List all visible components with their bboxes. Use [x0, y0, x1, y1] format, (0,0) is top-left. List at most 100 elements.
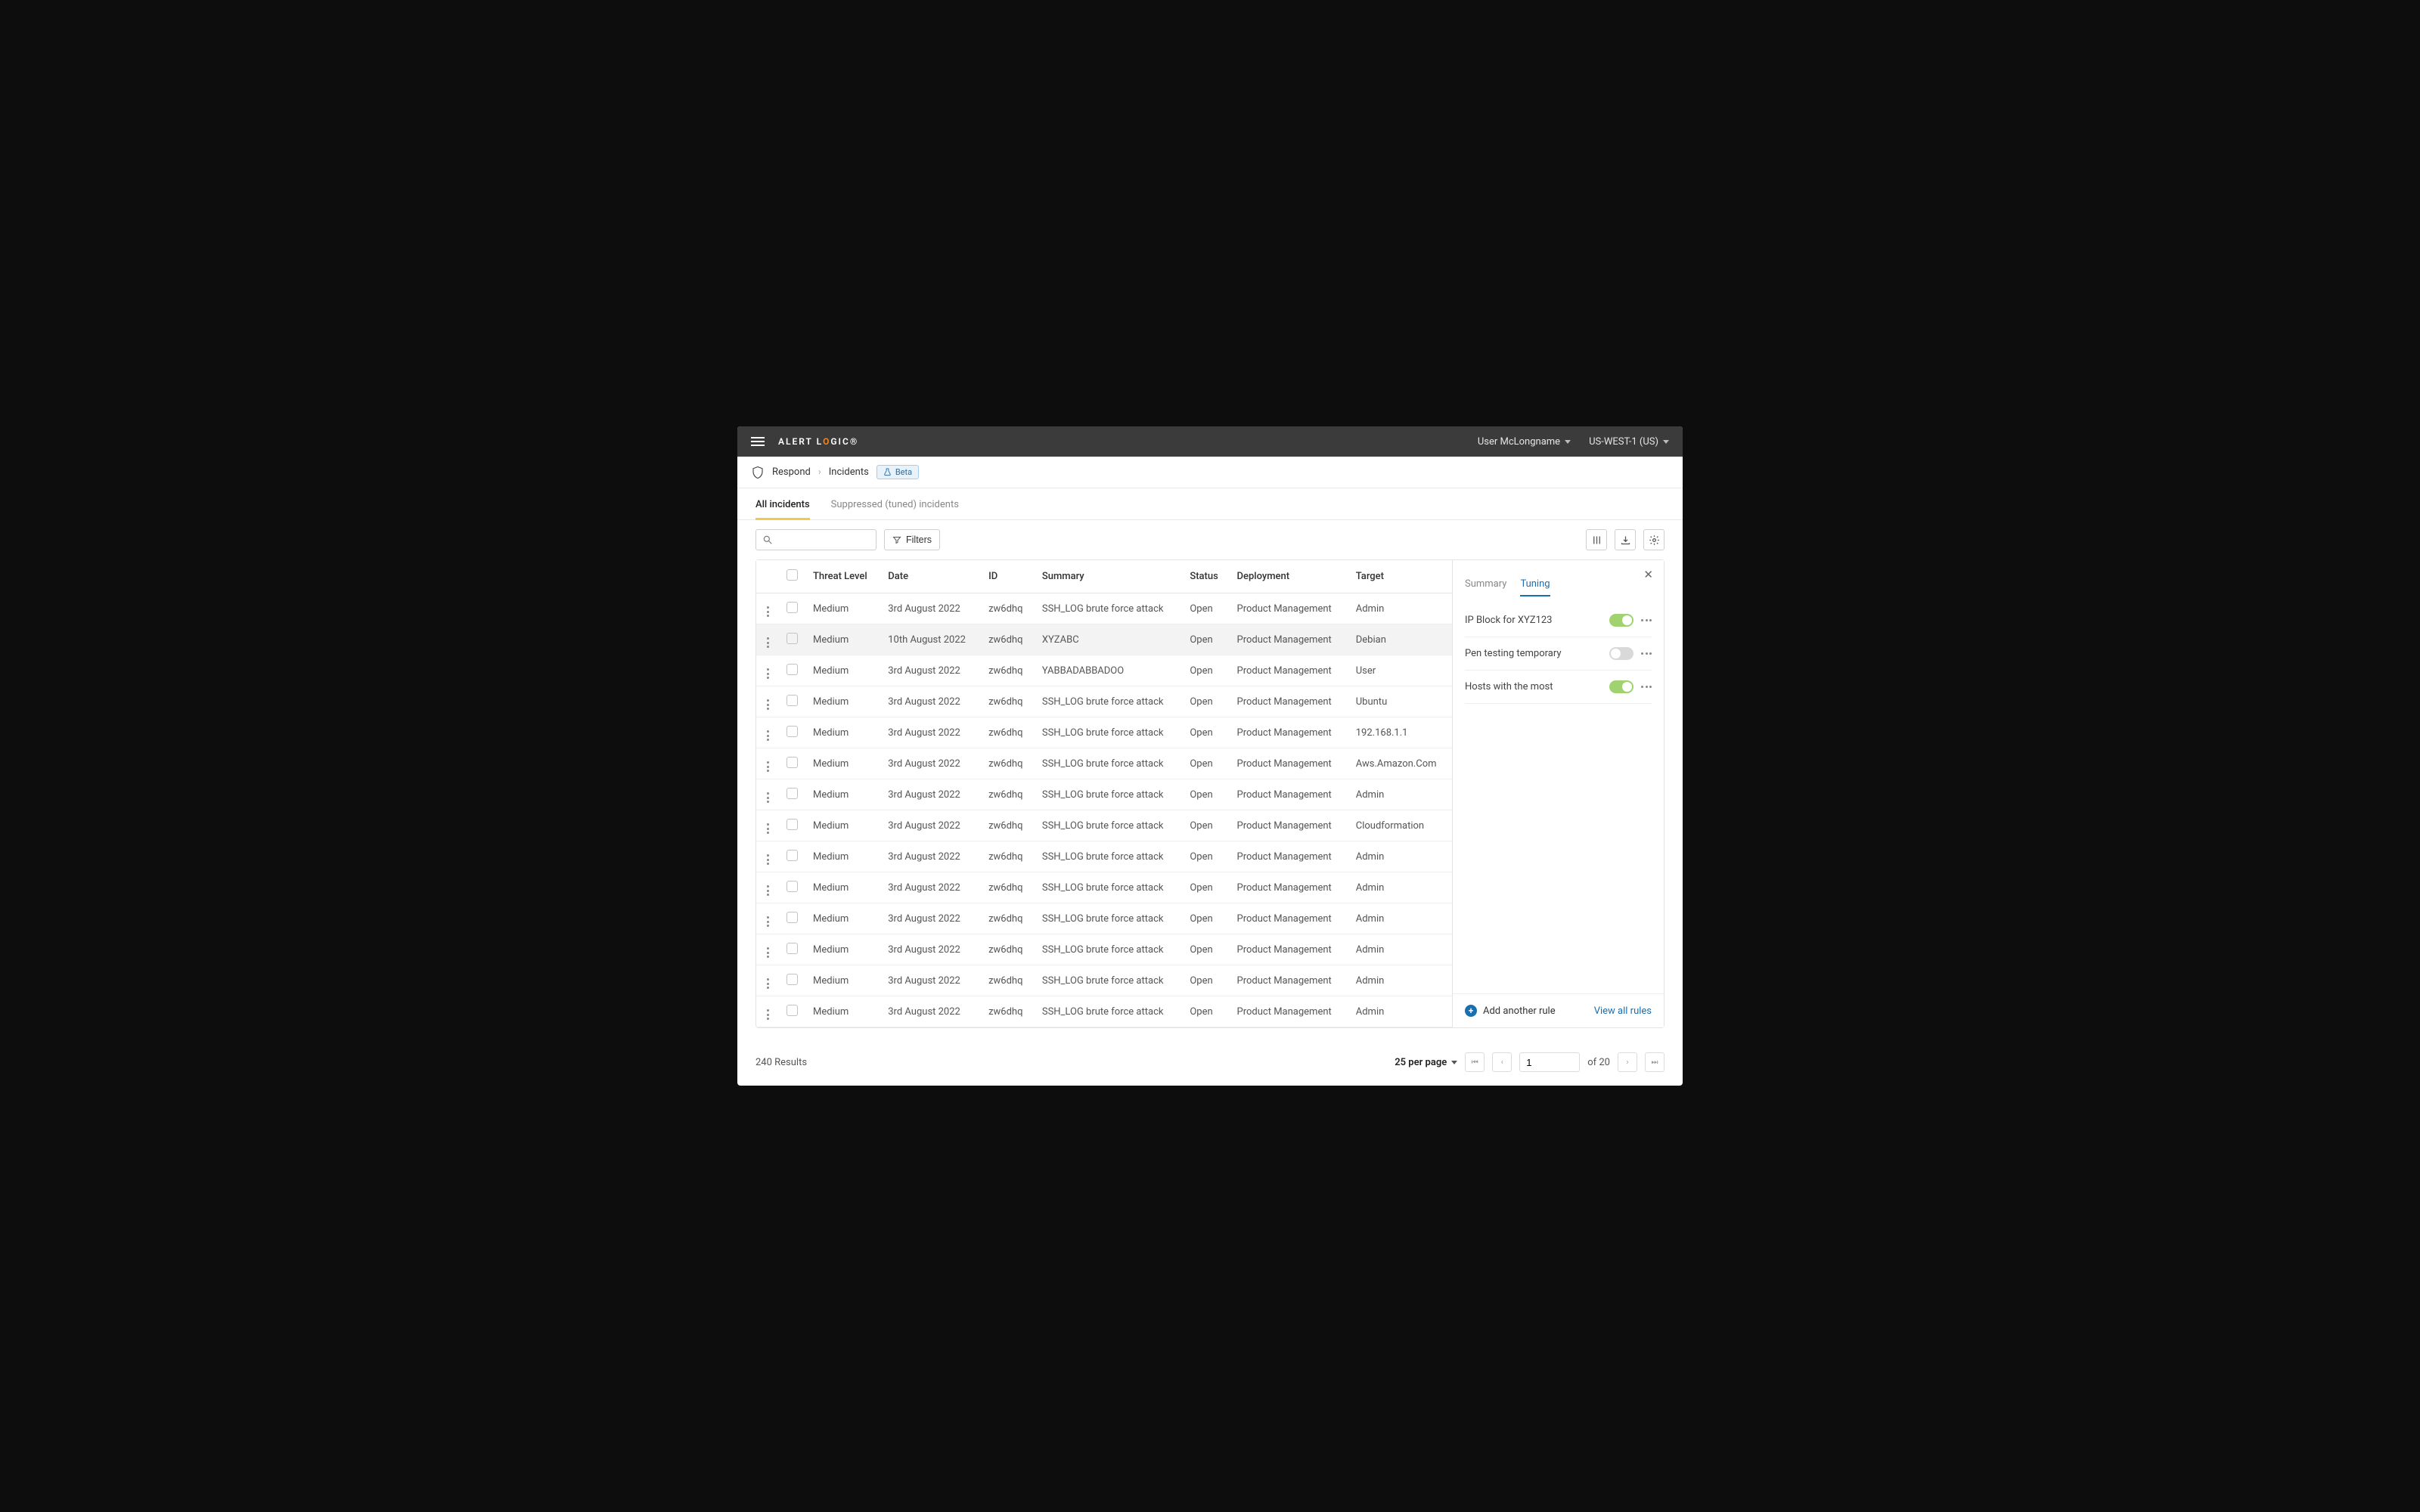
row-actions-icon[interactable]	[767, 916, 769, 927]
cell-threat: Medium	[805, 996, 880, 1027]
cell-target: Admin	[1348, 934, 1452, 965]
table-row[interactable]: Medium 3rd August 2022 zw6dhq SSH_LOG br…	[756, 965, 1452, 996]
cell-summary: YABBADABBADOO	[1035, 655, 1182, 686]
prev-page-button[interactable]: ‹	[1492, 1052, 1512, 1072]
next-page-button[interactable]: ›	[1618, 1052, 1637, 1072]
row-checkbox[interactable]	[786, 1005, 798, 1016]
last-page-button[interactable]: ⏭	[1645, 1052, 1665, 1072]
row-checkbox[interactable]	[786, 974, 798, 985]
rule-menu-icon[interactable]	[1641, 686, 1652, 688]
table-row[interactable]: Medium 3rd August 2022 zw6dhq SSH_LOG br…	[756, 996, 1452, 1027]
row-checkbox[interactable]	[786, 819, 798, 830]
table-row[interactable]: Medium 3rd August 2022 zw6dhq SSH_LOG br…	[756, 748, 1452, 779]
table-row[interactable]: Medium 3rd August 2022 zw6dhq SSH_LOG br…	[756, 841, 1452, 872]
cell-summary: SSH_LOG brute force attack	[1035, 779, 1182, 810]
cell-deployment: Product Management	[1230, 748, 1348, 779]
cell-status: Open	[1182, 934, 1229, 965]
settings-button[interactable]	[1643, 529, 1665, 550]
columns-button[interactable]	[1586, 529, 1607, 550]
search-input[interactable]	[755, 529, 876, 550]
view-all-rules-link[interactable]: View all rules	[1594, 1005, 1652, 1017]
add-rule-button[interactable]: + Add another rule	[1465, 1005, 1556, 1017]
col-id[interactable]: ID	[981, 560, 1035, 593]
rule-name: IP Block for XYZ123	[1465, 615, 1552, 626]
row-actions-icon[interactable]	[767, 761, 769, 772]
row-checkbox[interactable]	[786, 788, 798, 799]
col-date[interactable]: Date	[880, 560, 981, 593]
table-row[interactable]: Medium 10th August 2022 zw6dhq XYZABC Op…	[756, 624, 1452, 655]
row-actions-icon[interactable]	[767, 668, 769, 679]
user-dropdown[interactable]: User McLongname	[1478, 436, 1571, 448]
table-row[interactable]: Medium 3rd August 2022 zw6dhq SSH_LOG br…	[756, 686, 1452, 717]
row-actions-icon[interactable]	[767, 978, 769, 989]
cell-threat: Medium	[805, 655, 880, 686]
cell-status: Open	[1182, 686, 1229, 717]
row-checkbox[interactable]	[786, 881, 798, 892]
region-label: US-WEST-1 (US)	[1589, 436, 1658, 448]
row-actions-icon[interactable]	[767, 885, 769, 896]
table-row[interactable]: Medium 3rd August 2022 zw6dhq YABBADABBA…	[756, 655, 1452, 686]
cell-date: 3rd August 2022	[880, 748, 981, 779]
rule-menu-icon[interactable]	[1641, 619, 1652, 621]
cell-id: zw6dhq	[981, 934, 1035, 965]
row-actions-icon[interactable]	[767, 699, 769, 710]
cell-id: zw6dhq	[981, 841, 1035, 872]
gear-icon	[1649, 534, 1660, 546]
col-deployment[interactable]: Deployment	[1230, 560, 1348, 593]
table-row[interactable]: Medium 3rd August 2022 zw6dhq SSH_LOG br…	[756, 593, 1452, 624]
cell-summary: XYZABC	[1035, 624, 1182, 655]
col-threat[interactable]: Threat Level	[805, 560, 880, 593]
cell-summary: SSH_LOG brute force attack	[1035, 903, 1182, 934]
crumb-respond[interactable]: Respond	[772, 466, 811, 478]
first-page-button[interactable]: ⏮	[1465, 1052, 1485, 1072]
row-checkbox[interactable]	[786, 695, 798, 706]
col-summary[interactable]: Summary	[1035, 560, 1182, 593]
row-checkbox[interactable]	[786, 633, 798, 644]
row-actions-icon[interactable]	[767, 823, 769, 834]
table-row[interactable]: Medium 3rd August 2022 zw6dhq SSH_LOG br…	[756, 810, 1452, 841]
table-row[interactable]: Medium 3rd August 2022 zw6dhq SSH_LOG br…	[756, 872, 1452, 903]
region-dropdown[interactable]: US-WEST-1 (US)	[1589, 436, 1669, 448]
row-actions-icon[interactable]	[767, 1009, 769, 1020]
user-label: User McLongname	[1478, 436, 1560, 448]
row-actions-icon[interactable]	[767, 947, 769, 958]
page-number-input[interactable]	[1519, 1052, 1580, 1072]
app-frame: ALERT L O GIC® User McLongname US-WEST-1…	[737, 426, 1683, 1086]
row-actions-icon[interactable]	[767, 730, 769, 741]
download-button[interactable]	[1615, 529, 1636, 550]
row-actions-icon[interactable]	[767, 792, 769, 803]
filters-button[interactable]: Filters	[884, 529, 940, 550]
tab-all-incidents[interactable]: All incidents	[755, 499, 810, 520]
row-actions-icon[interactable]	[767, 606, 769, 617]
select-all-checkbox[interactable]	[786, 569, 798, 581]
row-checkbox[interactable]	[786, 757, 798, 768]
rule-menu-icon[interactable]	[1641, 652, 1652, 655]
cell-summary: SSH_LOG brute force attack	[1035, 841, 1182, 872]
per-page-dropdown[interactable]: 25 per page	[1395, 1057, 1457, 1068]
row-checkbox[interactable]	[786, 602, 798, 613]
rule-toggle[interactable]	[1609, 647, 1634, 660]
row-checkbox[interactable]	[786, 943, 798, 954]
row-checkbox[interactable]	[786, 726, 798, 737]
tab-suppressed-incidents[interactable]: Suppressed (tuned) incidents	[831, 499, 959, 519]
col-status[interactable]: Status	[1182, 560, 1229, 593]
table-row[interactable]: Medium 3rd August 2022 zw6dhq SSH_LOG br…	[756, 934, 1452, 965]
row-actions-icon[interactable]	[767, 854, 769, 865]
row-actions-icon[interactable]	[767, 637, 769, 648]
table-row[interactable]: Medium 3rd August 2022 zw6dhq SSH_LOG br…	[756, 717, 1452, 748]
rule-toggle[interactable]	[1609, 680, 1634, 693]
cell-deployment: Product Management	[1230, 779, 1348, 810]
cell-date: 3rd August 2022	[880, 841, 981, 872]
crumb-incidents[interactable]: Incidents	[829, 466, 869, 478]
col-target[interactable]: Target	[1348, 560, 1452, 593]
rule-toggle[interactable]	[1609, 614, 1634, 627]
cell-threat: Medium	[805, 624, 880, 655]
menu-icon[interactable]	[751, 437, 765, 446]
table-row[interactable]: Medium 3rd August 2022 zw6dhq SSH_LOG br…	[756, 779, 1452, 810]
row-checkbox[interactable]	[786, 850, 798, 861]
row-checkbox[interactable]	[786, 664, 798, 675]
close-panel-icon[interactable]: ✕	[1643, 568, 1653, 581]
row-checkbox[interactable]	[786, 912, 798, 923]
cell-target: Aws.Amazon.Com	[1348, 748, 1452, 779]
table-row[interactable]: Medium 3rd August 2022 zw6dhq SSH_LOG br…	[756, 903, 1452, 934]
